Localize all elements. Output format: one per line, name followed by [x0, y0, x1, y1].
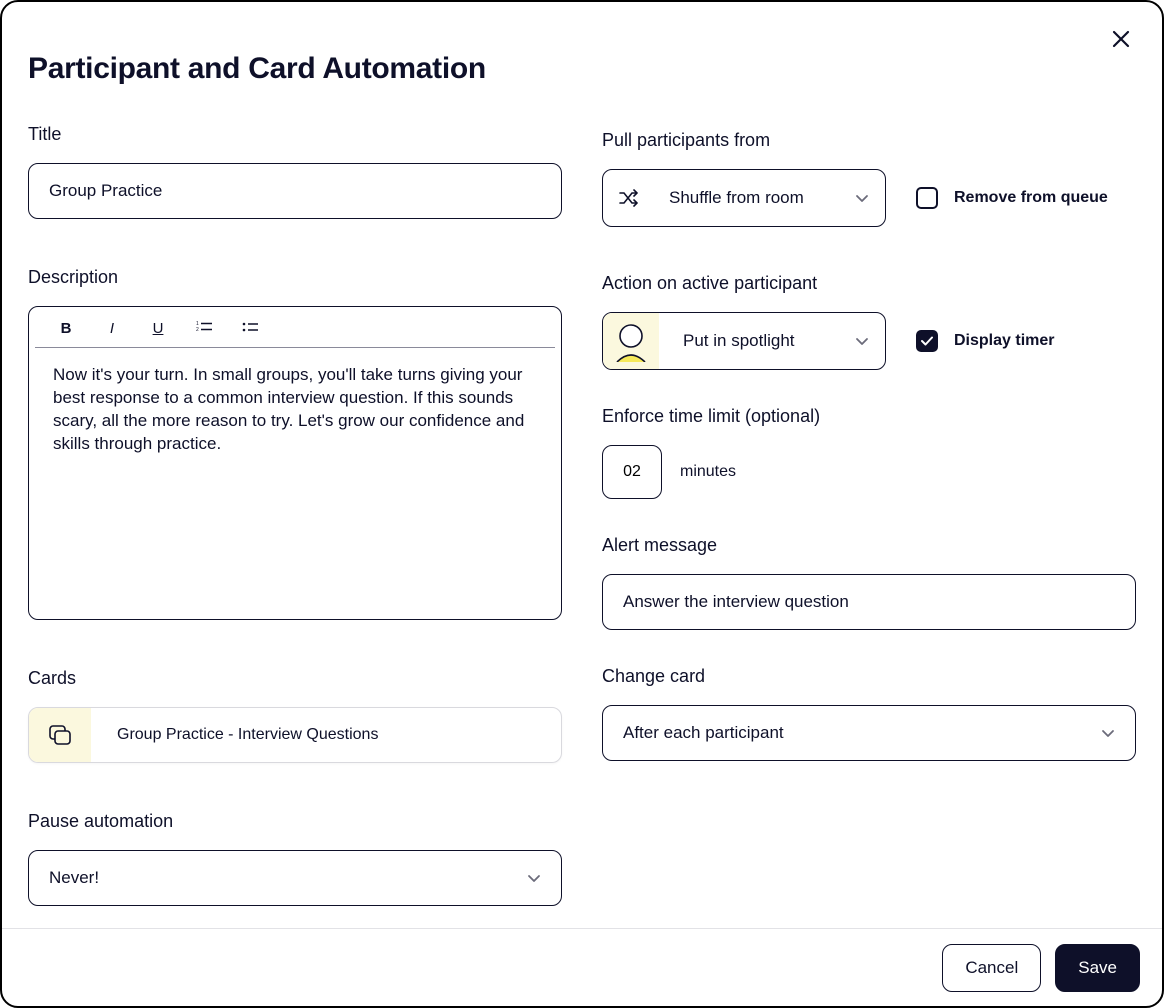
- description-textarea[interactable]: Now it's your turn. In small groups, you…: [29, 348, 561, 619]
- ordered-list-icon: 1 2: [196, 321, 212, 335]
- action-label: Action on active participant: [602, 273, 1136, 294]
- display-timer-checkbox[interactable]: [916, 330, 938, 352]
- pause-value: Never!: [49, 868, 99, 888]
- action-select[interactable]: Put in spotlight: [602, 312, 886, 370]
- chevron-down-icon: [855, 334, 869, 348]
- bold-button[interactable]: B: [55, 317, 77, 339]
- remove-queue-label: Remove from queue: [954, 189, 1108, 207]
- action-value: Put in spotlight: [683, 331, 795, 351]
- svg-text:2: 2: [196, 327, 199, 333]
- unordered-list-icon: [242, 321, 258, 335]
- time-limit-input[interactable]: [602, 445, 662, 499]
- shuffle-icon: [618, 188, 640, 208]
- pull-row: Shuffle from room Remove from queue: [602, 169, 1136, 227]
- page-title: Participant and Card Automation: [28, 52, 562, 86]
- cards-selector[interactable]: Group Practice - Interview Questions: [28, 707, 562, 763]
- chevron-down-icon: [1101, 726, 1115, 740]
- minutes-label: minutes: [680, 463, 736, 481]
- display-timer-row: Display timer: [916, 330, 1054, 352]
- close-icon: [1111, 29, 1131, 49]
- italic-button[interactable]: I: [101, 317, 123, 339]
- modal-footer: Cancel Save: [2, 928, 1162, 1006]
- action-row: Put in spotlight Display timer: [602, 312, 1136, 370]
- left-column: Participant and Card Automation Title De…: [28, 52, 562, 908]
- modal-content: Participant and Card Automation Title De…: [2, 2, 1162, 928]
- save-button[interactable]: Save: [1055, 944, 1140, 992]
- change-card-value: After each participant: [623, 723, 784, 743]
- title-input[interactable]: [28, 163, 562, 219]
- pull-label: Pull participants from: [602, 130, 1136, 151]
- right-column: Pull participants from Shuffle from room: [602, 52, 1136, 908]
- title-label: Title: [28, 124, 562, 145]
- pause-select[interactable]: Never!: [28, 850, 562, 906]
- time-limit-row: minutes: [602, 445, 1136, 499]
- chevron-down-icon: [527, 871, 541, 885]
- person-icon: [613, 320, 649, 362]
- pull-value: Shuffle from room: [669, 188, 804, 208]
- cards-value: Group Practice - Interview Questions: [91, 726, 378, 744]
- cards-icon-box: [29, 708, 91, 762]
- unordered-list-button[interactable]: [239, 317, 261, 339]
- underline-button[interactable]: U: [147, 317, 169, 339]
- cards-label: Cards: [28, 668, 562, 689]
- change-card-select[interactable]: After each participant: [602, 705, 1136, 761]
- cards-icon: [48, 724, 72, 746]
- chevron-down-icon: [855, 191, 869, 205]
- ordered-list-button[interactable]: 1 2: [193, 317, 215, 339]
- cancel-button[interactable]: Cancel: [942, 944, 1041, 992]
- time-limit-label: Enforce time limit (optional): [602, 406, 1136, 427]
- remove-queue-row: Remove from queue: [916, 187, 1108, 209]
- display-timer-label: Display timer: [954, 332, 1054, 350]
- close-button[interactable]: [1106, 24, 1136, 54]
- description-editor: B I U 1 2: [28, 306, 562, 620]
- modal-window: Participant and Card Automation Title De…: [0, 0, 1164, 1008]
- alert-input[interactable]: [602, 574, 1136, 630]
- spotlight-thumb: [603, 313, 659, 369]
- check-icon: [921, 336, 933, 346]
- description-label: Description: [28, 267, 562, 288]
- pause-label: Pause automation: [28, 811, 562, 832]
- remove-queue-checkbox[interactable]: [916, 187, 938, 209]
- editor-toolbar: B I U 1 2: [35, 307, 555, 348]
- shuffle-icon-box: [603, 170, 655, 226]
- pull-select[interactable]: Shuffle from room: [602, 169, 886, 227]
- change-card-label: Change card: [602, 666, 1136, 687]
- alert-label: Alert message: [602, 535, 1136, 556]
